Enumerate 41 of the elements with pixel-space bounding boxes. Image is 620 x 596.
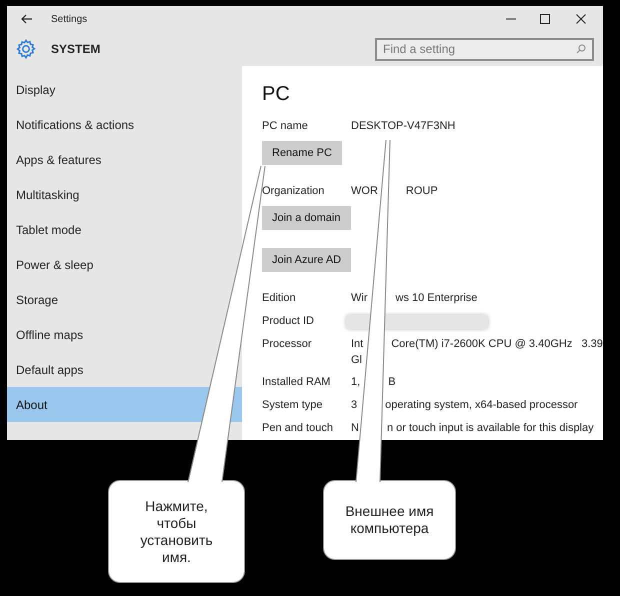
section-title: SYSTEM [51,41,100,58]
field-value: Gl [351,353,362,368]
sidebar-item[interactable]: Display [7,72,242,107]
action-button[interactable]: Join a domain [262,206,350,230]
callout-bubble: Нажмите, чтобы установить имя. [108,480,245,583]
field-value: B [388,375,396,390]
field-value: ROUP [406,184,438,200]
field-label: Edition [262,291,297,306]
window-title: Settings [51,12,88,26]
action-button[interactable]: Rename PC [262,141,342,165]
field-value: WOR [351,184,378,200]
page-heading: PC [262,82,291,106]
sidebar-item[interactable]: Notifications & actions [7,107,242,142]
field-label: System type [262,398,324,414]
sidebar-item[interactable]: Tablet mode [7,212,242,247]
field-label: Processor [262,337,313,352]
maximize-icon[interactable] [539,13,551,25]
field-value: Int [351,337,364,352]
sidebar-item[interactable]: Multitasking [7,177,242,212]
search-icon [576,44,586,54]
close-icon[interactable] [575,13,587,25]
field-value: 3 [351,398,358,414]
field-value: Wir [351,291,368,306]
field-label: Product ID [262,314,315,330]
gear-icon [15,38,37,60]
sidebar-item[interactable]: Default apps [7,352,242,387]
field-value: N [351,421,359,436]
field-value: 1, [351,375,360,390]
field-value: n or touch input is available for this display [386,421,594,436]
sidebar-item[interactable]: Apps & features [7,142,242,177]
field-value: ws 10 Enterprise [396,291,478,306]
field-value: operating system, x64-based processor [385,398,578,414]
action-button[interactable]: Join Azure AD [262,248,352,272]
field-label: PC name [262,119,309,134]
field-value: DESKTOP-V47F3NH [351,119,456,134]
search-field[interactable]: Find a setting [375,38,594,60]
field-label: Pen and touch [262,421,334,436]
callout-bubble: Внешнее имя компьютера [323,480,456,560]
field-label: Organization [262,184,326,200]
field-value: Core(TM) i7-2600K CPU @ 3.40GHz 3.39 [391,337,603,352]
field-label: Installed RAM [262,375,332,390]
